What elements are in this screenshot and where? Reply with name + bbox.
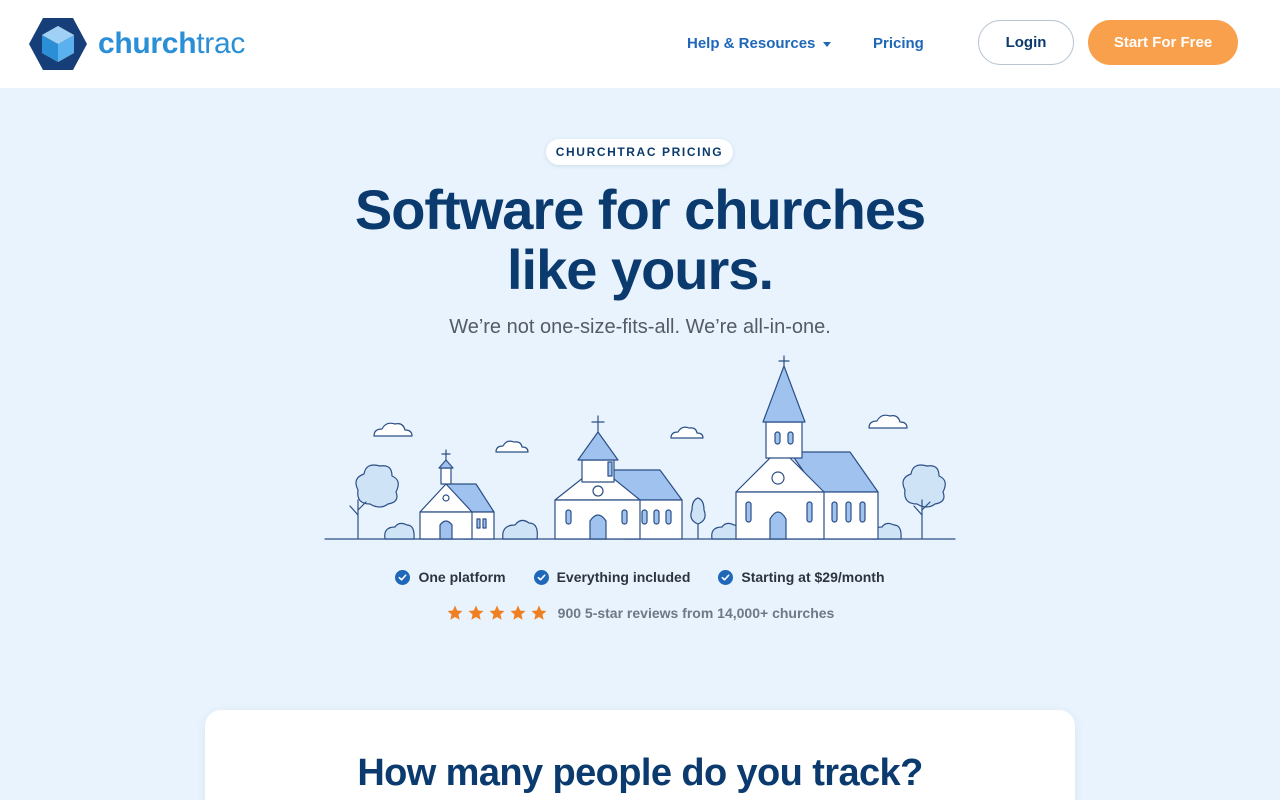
small-church — [419, 449, 495, 540]
star-icon — [468, 605, 484, 620]
large-church — [735, 355, 879, 540]
feature-list: One platform Everything included Startin… — [0, 569, 1280, 585]
reviews-rating: 900 5-star reviews from 14,000+ churches — [0, 604, 1280, 622]
feature-label: Everything included — [556, 569, 691, 585]
pricing-eyebrow-badge: CHURCHTRAC PRICING — [546, 139, 733, 165]
hero-title-line1: Software for churches — [354, 178, 926, 241]
nav-help-resources[interactable]: Help & Resources — [687, 35, 832, 52]
brand-name-light: trac — [196, 27, 246, 60]
brand-name: churchtrac — [98, 29, 245, 59]
site-header: churchtrac Help & Resources Pricing Logi… — [0, 0, 1280, 88]
check-circle-icon — [533, 569, 549, 585]
star-icon — [489, 605, 505, 620]
check-circle-icon — [395, 569, 411, 585]
churches-illustration — [324, 355, 956, 540]
login-button[interactable]: Login — [978, 20, 1074, 65]
nav-pricing-label: Pricing — [873, 35, 924, 52]
chevron-down-icon — [823, 41, 832, 47]
feature-starting-price: Starting at $29/month — [718, 569, 885, 585]
check-circle-icon — [718, 569, 734, 585]
medium-church — [554, 415, 683, 540]
churchtrac-logo-icon — [29, 18, 87, 70]
feature-one-platform: One platform — [395, 569, 506, 585]
hero-title-line2: like yours. — [506, 238, 774, 301]
nav-pricing[interactable]: Pricing — [873, 35, 924, 52]
reviews-count-text: 900 5-star reviews from 14,000+ churches — [557, 605, 835, 621]
star-rating — [446, 604, 548, 622]
people-count-heading: How many people do you track? — [357, 752, 923, 794]
feature-everything-included: Everything included — [533, 569, 691, 585]
nav-help-label: Help & Resources — [687, 35, 816, 52]
feature-label: Starting at $29/month — [741, 569, 885, 585]
star-icon — [447, 605, 463, 620]
brand-name-bold: church — [98, 27, 197, 60]
star-icon — [510, 605, 526, 620]
churchtrac-logo[interactable]: churchtrac — [28, 16, 245, 72]
start-for-free-button[interactable]: Start For Free — [1088, 20, 1238, 65]
cloud-icon — [373, 414, 908, 453]
tree-icon — [902, 464, 946, 539]
star-icon — [531, 605, 547, 620]
feature-label: One platform — [418, 569, 506, 585]
hero-title: Software for churches like yours. — [240, 180, 1040, 300]
hero-subtitle: We’re not one-size-fits-all. We’re all-i… — [449, 316, 831, 338]
people-count-card: How many people do you track? — [205, 710, 1075, 800]
